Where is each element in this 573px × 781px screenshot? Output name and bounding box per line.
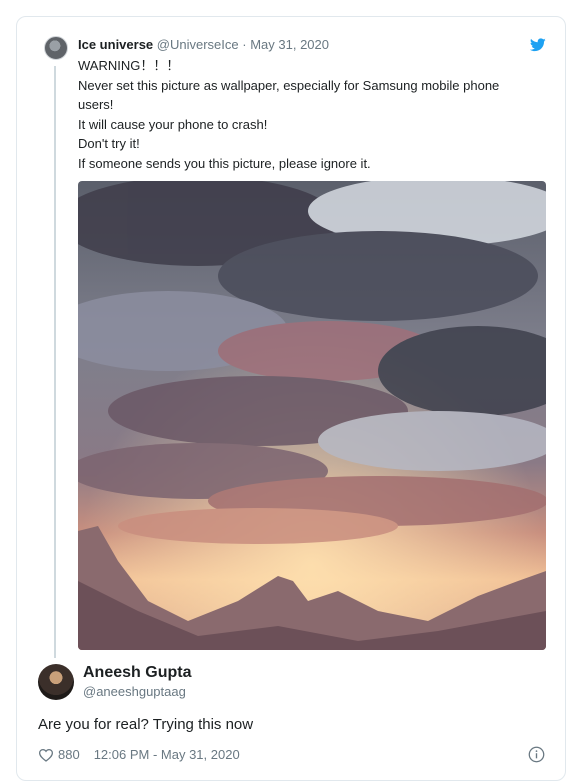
- reply-text: Are you for real? Trying this now: [38, 716, 254, 733]
- quoted-tweet-text: WARNING！！！ Never set this picture as wal…: [78, 56, 540, 173]
- quoted-text-line: It will cause your phone to crash!: [78, 116, 268, 132]
- info-icon[interactable]: [528, 746, 545, 763]
- quoted-author-avatar[interactable]: [44, 36, 68, 60]
- quoted-text-line: users!: [78, 97, 114, 112]
- like-count[interactable]: 880: [58, 747, 80, 762]
- quoted-tweet-header: Ice universe @UniverseIce · May 31, 2020: [78, 37, 329, 52]
- tweet-photo-sunset-clouds[interactable]: [78, 181, 546, 650]
- quoted-text-line: Never set this picture as wallpaper, esp…: [78, 77, 500, 93]
- reply-author-handle[interactable]: @aneeshguptaag: [83, 684, 186, 699]
- thread-line: [54, 66, 56, 658]
- header-separator: ·: [242, 37, 247, 52]
- reply-author-avatar[interactable]: [38, 664, 74, 700]
- twitter-bird-icon[interactable]: [530, 38, 546, 52]
- quoted-author-handle[interactable]: @UniverseIce: [157, 37, 239, 52]
- reply-author-name[interactable]: Aneesh Gupta: [83, 664, 191, 682]
- quoted-author-name[interactable]: Ice universe: [78, 37, 153, 52]
- quoted-text-line: Don't try it!: [78, 136, 140, 151]
- quoted-text-line: If someone sends you this picture, pleas…: [78, 155, 371, 171]
- tweet-footer: 880 12:06 PM - May 31, 2020: [38, 747, 240, 762]
- quoted-text-line: WARNING！！！: [78, 58, 180, 73]
- quoted-tweet-date[interactable]: May 31, 2020: [250, 37, 329, 52]
- tweet-timestamp[interactable]: 12:06 PM - May 31, 2020: [94, 747, 240, 762]
- heart-icon[interactable]: [38, 748, 54, 762]
